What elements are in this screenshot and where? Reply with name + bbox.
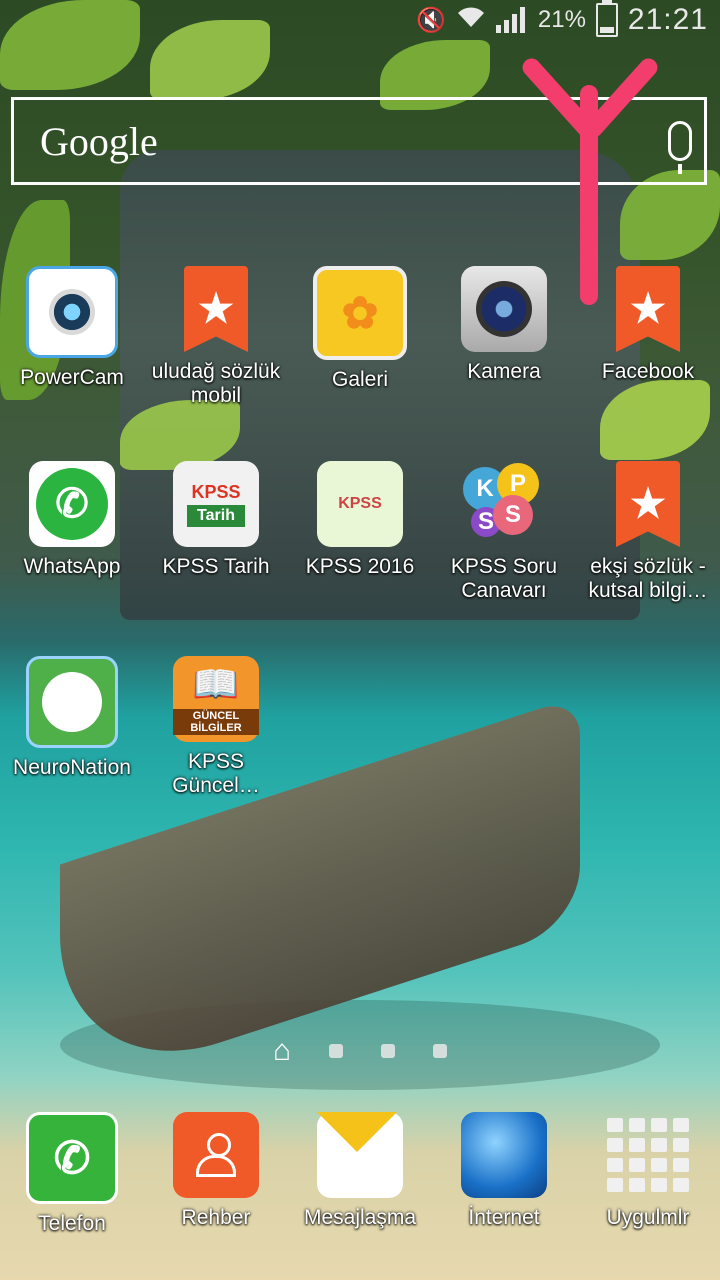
arrow-annotation-head [518, 54, 662, 142]
bookmark-star-icon: ★ [616, 266, 680, 352]
wallpaper [0, 0, 720, 1280]
page-indicator: ⌂ [0, 1036, 720, 1066]
app-label: KPSS 2016 [305, 555, 415, 578]
kpss-2016-icon: KPSS [317, 461, 403, 547]
app-label: uludağ sözlük mobil [151, 360, 281, 407]
gallery-icon: ✿ [313, 266, 407, 360]
google-logo: Google [40, 118, 158, 164]
dock-label: Telefon [38, 1212, 106, 1235]
whatsapp-icon: ✆ [29, 461, 115, 547]
signal-icon [495, 7, 528, 33]
camera-icon [461, 266, 547, 352]
dock-mesajlasma[interactable]: Mesajlaşma [288, 1112, 432, 1230]
kpss-tarih-icon: KPSS Tarih [173, 461, 259, 547]
battery-level [599, 26, 614, 33]
app-label: Kamera [467, 360, 541, 383]
apps-grid-icon [605, 1112, 691, 1198]
app-label: KPSS Tarih [162, 555, 270, 578]
app-neuronation[interactable]: NeuroNation [0, 656, 144, 780]
phone-icon: ✆ [26, 1112, 118, 1204]
dock-label: İnternet [468, 1206, 540, 1229]
app-label: Galeri [331, 368, 389, 391]
app-kpss-tarih[interactable]: KPSS Tarih KPSS Tarih [144, 461, 288, 579]
battery-percent: 21% [537, 6, 586, 33]
dock-label: Mesajlaşma [303, 1206, 417, 1229]
app-kpss-soru-canavari[interactable]: K P S S KPSS Soru Canavarı [432, 461, 576, 603]
bookmark-star-icon: ★ [616, 461, 680, 547]
dock-telefon[interactable]: ✆ Telefon [0, 1112, 144, 1236]
app-label: PowerCam [20, 366, 124, 389]
camera-app-icon [26, 266, 118, 358]
clock: 21:21 [627, 3, 708, 36]
dock-label: Rehber [181, 1206, 251, 1229]
app-label: WhatsApp [23, 555, 121, 578]
app-uludag-sozluk[interactable]: ★ uludağ sözlük mobil [144, 266, 288, 408]
wifi-icon [456, 5, 486, 36]
app-whatsapp[interactable]: ✆ WhatsApp [0, 461, 144, 579]
app-eksi-sozluk[interactable]: ★ ekşi sözlük - kutsal bilgi… [576, 461, 720, 603]
page-dot[interactable] [381, 1044, 396, 1058]
dock-uygulamalar[interactable]: Uygulmlr [576, 1112, 720, 1230]
neuronation-icon [26, 656, 118, 748]
home-page-icon[interactable]: ⌂ [273, 1036, 291, 1066]
contacts-icon [173, 1112, 259, 1198]
mute-icon: 🔇 [415, 6, 446, 34]
app-label: KPSS Soru Canavarı [450, 555, 558, 602]
messaging-icon [317, 1112, 403, 1198]
app-label: KPSS Güncel… [172, 750, 260, 797]
app-powercam[interactable]: PowerCam [0, 266, 144, 390]
app-label: ekşi sözlük - kutsal bilgi… [588, 555, 708, 602]
app-kpss-2016[interactable]: KPSS KPSS 2016 [288, 461, 432, 579]
app-label: Facebook [601, 360, 695, 383]
dock-label: Uygulmlr [606, 1206, 690, 1229]
app-kpss-guncel[interactable]: 📖 GÜNCEL BİLGİLER KPSS Güncel… [144, 656, 288, 798]
globe-icon [461, 1112, 547, 1198]
status-bar: 🔇 21% 21:21 [0, 0, 720, 40]
dock-internet[interactable]: İnternet [432, 1112, 576, 1230]
app-facebook[interactable]: ★ Facebook [576, 266, 720, 384]
dock-rehber[interactable]: Rehber [144, 1112, 288, 1230]
battery-icon [595, 0, 618, 37]
page-dot[interactable] [329, 1044, 344, 1058]
page-dot[interactable] [433, 1044, 448, 1058]
kpss-guncel-icon: 📖 GÜNCEL BİLGİLER [173, 656, 259, 742]
kpss-soru-canavari-icon: K P S S [461, 461, 547, 547]
app-label: NeuroNation [13, 756, 131, 779]
app-galeri[interactable]: ✿ Galeri [288, 266, 432, 392]
mic-icon[interactable] [668, 121, 692, 174]
app-kamera[interactable]: Kamera [432, 266, 576, 384]
bookmark-star-icon: ★ [184, 266, 248, 352]
